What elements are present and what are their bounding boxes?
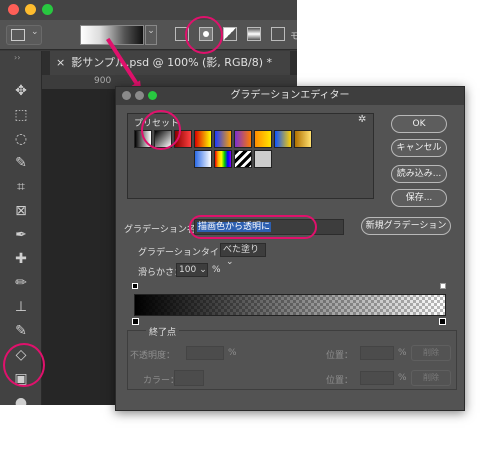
dialog-minimize-icon[interactable] <box>135 91 144 100</box>
mode-highlight-circle <box>185 16 223 54</box>
gradient-preset-swatch[interactable] <box>234 130 252 148</box>
smoothness-value: 100 <box>179 265 197 275</box>
opacity-stop-left[interactable] <box>132 283 138 289</box>
gradient-preset-swatch[interactable] <box>254 150 272 168</box>
opacity-location-field[interactable] <box>360 346 394 360</box>
load-button[interactable]: 読み込み... <box>391 165 447 183</box>
tab-close-icon[interactable]: × <box>56 56 65 69</box>
color-location-field[interactable] <box>360 371 394 385</box>
tool-preset-icon <box>11 29 25 41</box>
opacity-field[interactable] <box>186 346 224 360</box>
document-title: 影サンプル.psd @ 100% (影, RGB/8) * <box>71 56 273 69</box>
chevron-down-icon: ⌄ <box>199 265 207 275</box>
move-tool[interactable]: ✥ <box>11 81 31 101</box>
gradient-preset-swatch[interactable] <box>274 130 292 148</box>
gradient-preset-swatch[interactable] <box>214 150 232 168</box>
dialog-title-bar: グラデーションエディター <box>116 87 464 105</box>
reflected-gradient-icon[interactable] <box>247 27 261 41</box>
document-tab[interactable]: × 影サンプル.psd @ 100% (影, RGB/8) * <box>50 51 290 75</box>
close-icon[interactable] <box>8 4 19 15</box>
gradient-preset-swatch[interactable] <box>254 130 272 148</box>
gradient-type-value: べた塗り <box>223 245 260 255</box>
history-brush-tool[interactable]: ✎ <box>11 321 31 341</box>
color-location-label: 位置： <box>326 376 354 386</box>
gradient-preset-swatch[interactable] <box>294 130 312 148</box>
stops-group: 終了点 不透明度： % 位置： % 削除 カラー： 位置： % 削除 <box>127 325 457 390</box>
smoothness-percent: % <box>212 265 221 275</box>
panel-collapse-icon[interactable]: ›› <box>14 53 20 62</box>
gradient-bar[interactable] <box>134 294 446 316</box>
gradient-type-select[interactable]: べた塗り ⌄ <box>220 243 266 267</box>
eyedropper-tool[interactable]: ✒ <box>11 225 31 245</box>
gradient-preset-swatch[interactable] <box>214 130 232 148</box>
brush-tool[interactable]: ✏ <box>11 273 31 293</box>
color-stop-right[interactable] <box>439 318 446 325</box>
ruler-label: 900 <box>94 76 112 86</box>
frame-tool[interactable]: ⊠ <box>11 201 31 221</box>
gradient-preset-swatch[interactable] <box>194 150 212 168</box>
chevron-down-icon: ⌄ <box>226 257 234 267</box>
gradient-editor-dialog: グラデーションエディター プリセット ✲ OK キャンセル 読み込み... 保存… <box>115 86 465 411</box>
dialog-zoom-icon[interactable] <box>148 91 157 100</box>
marquee-tool[interactable]: ⬚ <box>11 105 31 125</box>
color-location-percent: % <box>398 373 407 383</box>
crop-tool[interactable]: ⌗ <box>11 177 31 197</box>
ok-button[interactable]: OK <box>391 115 447 133</box>
color-swatch[interactable] <box>174 370 204 386</box>
color-delete-button[interactable]: 削除 <box>411 370 451 386</box>
minimize-icon[interactable] <box>25 4 36 15</box>
color-stop-left[interactable] <box>132 318 139 325</box>
gradient-preset-swatch[interactable] <box>194 130 212 148</box>
zoom-icon[interactable] <box>42 4 53 15</box>
new-gradient-button[interactable]: 新規グラデーション <box>361 217 451 235</box>
gear-icon[interactable]: ✲ <box>358 114 366 125</box>
opacity-location-label: 位置： <box>326 351 354 361</box>
diamond-gradient-icon[interactable] <box>271 27 285 41</box>
gradient-dropdown[interactable]: ⌄ <box>145 25 157 45</box>
opacity-percent: % <box>228 348 237 358</box>
options-bar: ⌄ ⌄ モ <box>0 20 297 50</box>
quick-select-tool[interactable]: ✎ <box>11 153 31 173</box>
opacity-delete-button[interactable]: 削除 <box>411 345 451 361</box>
opacity-stop-right[interactable] <box>440 283 446 289</box>
opacity-label: 不透明度： <box>130 351 176 361</box>
stamp-tool[interactable]: ⊥ <box>11 297 31 317</box>
save-button[interactable]: 保存... <box>391 189 447 207</box>
mode-label-icon: モ <box>290 32 297 42</box>
blur-tool[interactable]: ● <box>11 393 31 405</box>
tool-preset-picker[interactable]: ⌄ <box>6 25 42 45</box>
healing-tool[interactable]: ✚ <box>11 249 31 269</box>
lasso-tool[interactable]: ◌ <box>11 129 31 149</box>
stops-label: 終了点 <box>146 325 180 338</box>
preset-highlight-circle <box>141 110 181 150</box>
tool-highlight-circle <box>3 343 45 387</box>
gradient-preset-swatch[interactable] <box>234 150 252 168</box>
chevron-down-icon: ⌄ <box>31 27 39 37</box>
smoothness-field[interactable]: 100 ⌄ <box>176 263 208 277</box>
angle-gradient-icon[interactable] <box>223 27 237 41</box>
opacity-location-percent: % <box>398 348 407 358</box>
name-highlight-ring <box>189 215 317 239</box>
cancel-button[interactable]: キャンセル <box>391 139 447 157</box>
dialog-close-icon[interactable] <box>122 91 131 100</box>
dialog-title: グラデーションエディター <box>230 90 350 101</box>
title-bar <box>0 0 297 20</box>
